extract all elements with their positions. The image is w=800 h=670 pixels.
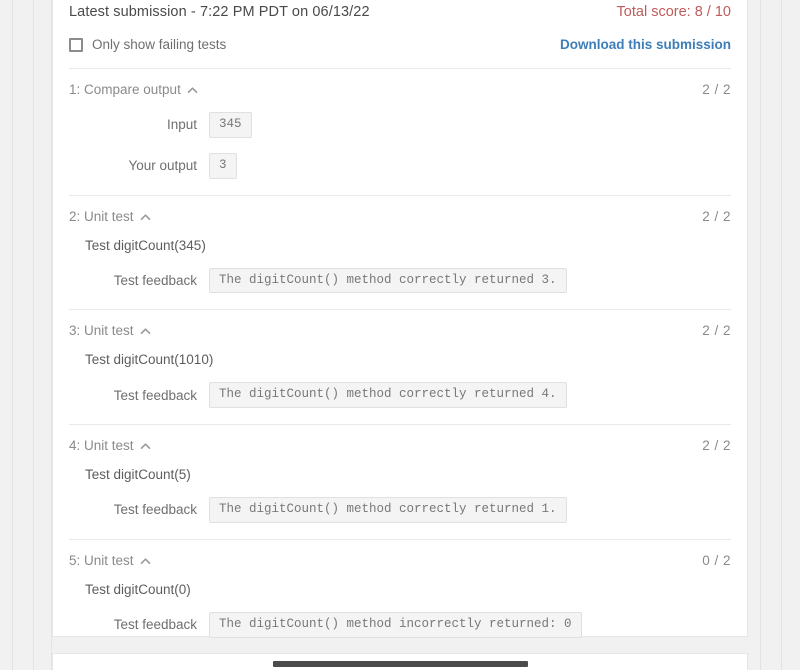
test-detail-value: The digitCount() method incorrectly retu… xyxy=(209,611,582,638)
page-rail-4 xyxy=(760,0,761,670)
test-header: 4: Unit test 2 / 2 xyxy=(69,438,731,453)
test-detail-label: Your output xyxy=(128,158,197,174)
caret-up-icon[interactable] xyxy=(187,85,198,96)
test-detail-value: The digitCount() method correctly return… xyxy=(209,497,567,523)
test-title: 2: Unit test xyxy=(69,208,134,224)
test-detail-label: Test feedback xyxy=(113,502,197,518)
test-score: 2 / 2 xyxy=(702,82,731,97)
caret-up-icon[interactable] xyxy=(140,212,151,223)
page-rail-5 xyxy=(781,0,782,670)
test-score: 0 / 2 xyxy=(702,552,731,568)
test-score: 2 / 2 xyxy=(702,323,731,339)
test-detail-value: The digitCount() method correctly return… xyxy=(209,267,567,294)
test-score: 2 / 2 xyxy=(702,438,731,453)
failing-tests-filter[interactable]: Only show failing tests xyxy=(69,37,226,52)
bottom-panel xyxy=(52,653,748,670)
test-detail-label: Test feedback xyxy=(113,387,197,403)
total-score: Total score: 8 / 10 xyxy=(616,4,731,20)
test-toggle[interactable]: 4: Unit test xyxy=(69,438,151,453)
test-title: 1: Compare output xyxy=(69,82,181,97)
test-score: 2 / 2 xyxy=(702,208,731,224)
submission-results-card: Latest submission - 7:22 PM PDT on 06/13… xyxy=(52,0,748,638)
test-detail-value: 345 xyxy=(209,112,252,138)
only-failing-tests-label: Only show failing tests xyxy=(92,37,227,52)
test-section: 1: Compare output 2 / 2 Input 345 Your outpu… xyxy=(69,68,731,179)
page-rail-2 xyxy=(33,0,34,670)
test-header: 3: Unit test 2 / 2 xyxy=(69,323,731,338)
caret-up-icon[interactable] xyxy=(140,441,151,452)
test-results-list: 1: Compare output 2 / 2 Input 345 Your outpu… xyxy=(69,68,731,638)
horizontal-scrollbar-thumb[interactable] xyxy=(273,661,528,667)
submission-title: Latest submission - 7:22 PM PDT on 06/13… xyxy=(69,4,370,20)
caret-up-icon[interactable] xyxy=(140,556,151,567)
test-toggle[interactable]: 3: Unit test xyxy=(69,323,151,338)
test-detail-row: Test feedback The digitCount() method inc… xyxy=(69,611,731,638)
only-failing-tests-checkbox[interactable] xyxy=(69,37,83,52)
test-toggle[interactable]: 5: Unit test xyxy=(69,553,151,568)
test-header: 2: Unit test 2 / 2 xyxy=(69,209,731,224)
test-detail-row: Test feedback The digitCount() method cor… xyxy=(69,382,731,408)
test-title: 3: Unit test xyxy=(69,323,134,339)
test-detail-row: Test feedback The digitCount() method cor… xyxy=(69,497,731,523)
submission-header: Latest submission - 7:22 PM PDT on 06/13… xyxy=(69,0,731,20)
test-description: Test digitCount(1010) xyxy=(85,352,214,368)
submission-results-body: Latest submission - 7:22 PM PDT on 06/13… xyxy=(53,0,747,638)
page-rail-1 xyxy=(12,0,13,670)
test-description: Test digitCount(0) xyxy=(85,581,191,597)
test-detail-value: 3 xyxy=(209,152,237,179)
test-description: Test digitCount(5) xyxy=(85,467,191,482)
test-detail-label: Test feedback xyxy=(113,272,197,288)
test-detail-label: Input xyxy=(166,117,197,133)
test-description: Test digitCount(345) xyxy=(85,237,206,253)
test-title: 5: Unit test xyxy=(69,552,134,568)
test-toggle[interactable]: 2: Unit test xyxy=(69,209,151,224)
filter-row: Only show failing tests Download this su… xyxy=(69,37,731,52)
test-detail-value: The digitCount() method correctly return… xyxy=(209,382,567,408)
test-title: 4: Unit test xyxy=(69,438,134,453)
test-detail-row: Your output 3 xyxy=(69,152,731,179)
test-header: 1: Compare output 2 / 2 xyxy=(69,82,731,97)
horizontal-scrollbar-track[interactable] xyxy=(53,660,747,669)
test-section: 4: Unit test 2 / 2 Test digitCount(5) Test … xyxy=(69,424,731,523)
test-section: 2: Unit test 2 / 2 Test digitCount(345) Tes… xyxy=(69,194,731,294)
test-section: 3: Unit test 2 / 2 Test digitCount(1010) Te… xyxy=(69,309,731,408)
test-toggle[interactable]: 1: Compare output xyxy=(69,82,198,97)
caret-up-icon[interactable] xyxy=(140,326,151,337)
test-header: 5: Unit test 0 / 2 xyxy=(69,553,731,568)
download-submission-link[interactable]: Download this submission xyxy=(560,37,731,52)
test-detail-row: Input 345 xyxy=(69,112,731,138)
test-detail-label: Test feedback xyxy=(113,617,197,633)
test-section: 5: Unit test 0 / 2 Test digitCount(0) Test … xyxy=(69,538,731,638)
test-detail-row: Test feedback The digitCount() method cor… xyxy=(69,267,731,294)
